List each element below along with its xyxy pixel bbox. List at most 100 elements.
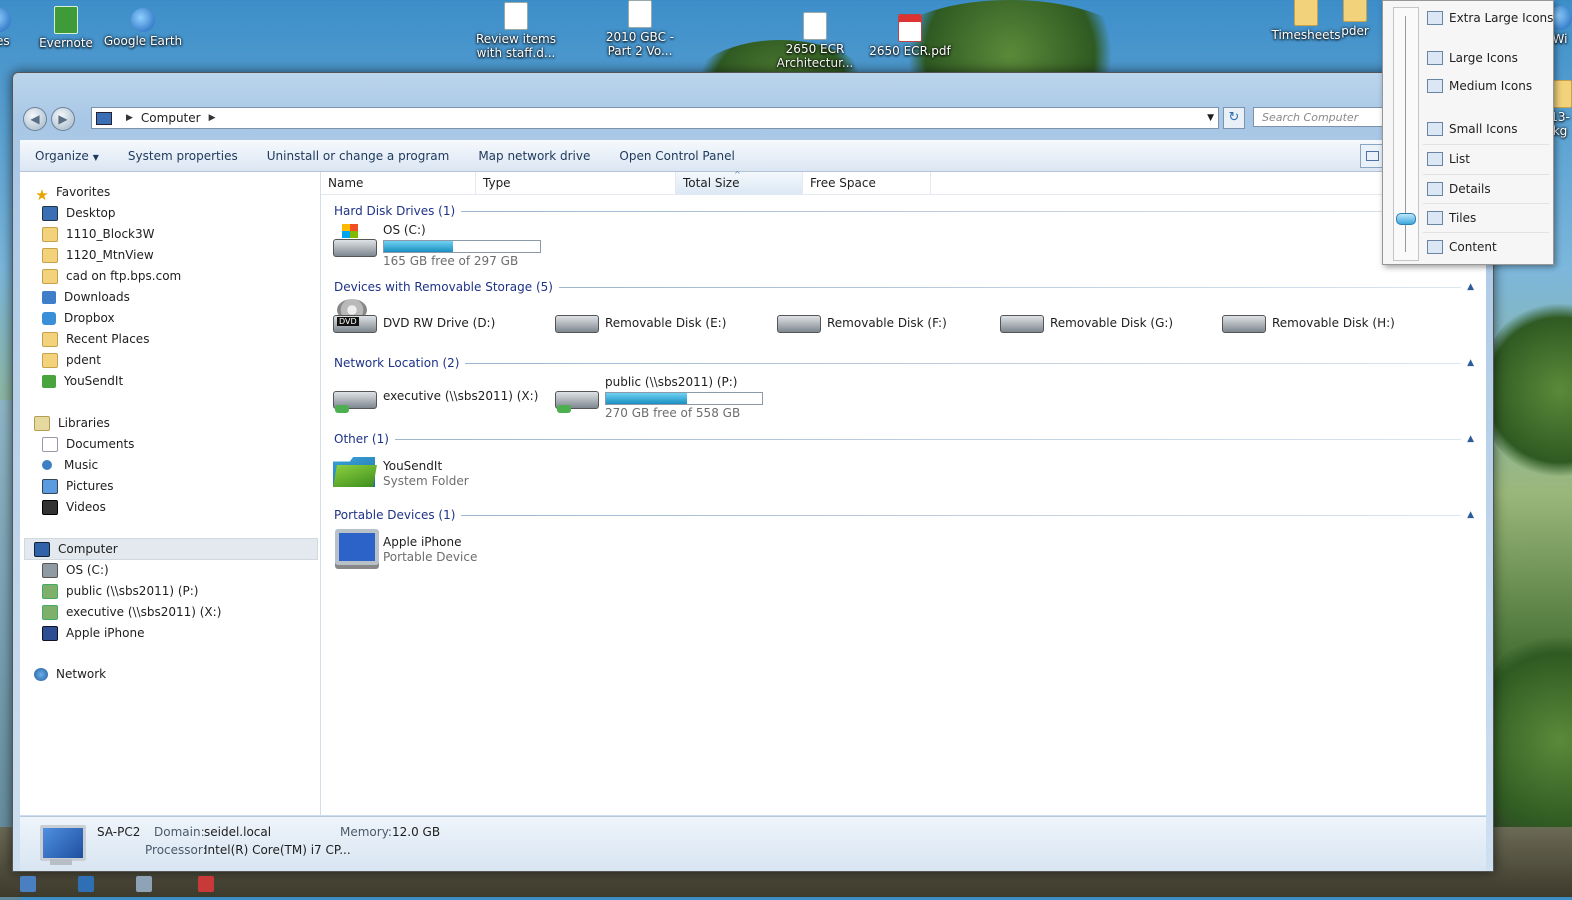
drive-public-p[interactable]: public (\\sbs2011) (P:) 270 GB free of 5… — [553, 375, 763, 420]
desktop-icon-google-earth[interactable]: Google Earth — [98, 8, 188, 48]
desktop-icon-gbc[interactable]: 2010 GBC - Part 2 Vo... — [595, 0, 685, 58]
column-header-free-space[interactable]: Free Space — [803, 172, 931, 194]
uninstall-program-button[interactable]: Uninstall or change a program — [252, 149, 464, 163]
system-properties-button[interactable]: System properties — [113, 149, 252, 163]
collapse-chevron-icon[interactable]: ▲ — [1467, 510, 1474, 520]
column-header-label: Total Size — [683, 176, 740, 190]
group-network-location[interactable]: Network Location (2) ▲ — [334, 355, 1474, 371]
nav-downloads[interactable]: Downloads — [42, 287, 130, 307]
breadcrumb-chevron-icon[interactable]: ▶ — [209, 113, 216, 123]
desktop-icon-pdent[interactable]: pder — [1325, 0, 1385, 38]
item-name: Apple iPhone — [383, 535, 462, 549]
item-yousendit[interactable]: YouSendIt System Folder — [331, 451, 469, 495]
network-icon — [34, 667, 48, 681]
nav-recent-places[interactable]: Recent Places — [42, 329, 149, 349]
nav-cad-ftp[interactable]: cad on ftp.bps.com — [42, 266, 181, 286]
taskbar-app-icon[interactable] — [136, 876, 152, 892]
group-removable-storage[interactable]: Devices with Removable Storage (5) ▲ — [334, 279, 1474, 295]
nav-libraries[interactable]: Libraries — [34, 413, 110, 433]
column-header-total-size[interactable]: Total Size ^ — [676, 170, 803, 194]
nav-pdent[interactable]: pdent — [42, 350, 101, 370]
nav-label: Computer — [58, 542, 118, 556]
collapse-chevron-icon[interactable]: ▲ — [1467, 434, 1474, 444]
view-small-icons[interactable]: Small Icons — [1423, 118, 1549, 140]
drive-executive-x[interactable]: executive (\\sbs2011) (X:) — [331, 375, 538, 419]
desktop-icon-label: 2010 GBC - Part 2 Vo... — [605, 30, 675, 58]
view-slider[interactable] — [1393, 7, 1419, 261]
taskbar-app-icon[interactable] — [198, 876, 214, 892]
view-large-icons[interactable]: Large Icons — [1423, 47, 1549, 69]
taskbar-app-icon[interactable] — [20, 876, 36, 892]
map-network-drive-button[interactable]: Map network drive — [463, 149, 604, 163]
desktop-icon-ecr-architecture[interactable]: 2650 ECR Architectur... — [770, 12, 860, 70]
collapse-chevron-icon[interactable]: ▲ — [1467, 358, 1474, 368]
drive-removable-e[interactable]: Removable Disk (E:) — [553, 299, 726, 343]
breadcrumb-computer[interactable]: Computer — [141, 111, 201, 125]
nav-label: Documents — [66, 437, 135, 451]
nav-pictures[interactable]: Pictures — [42, 476, 114, 496]
content-pane: Name Type Total Size ^ Free Space Hard D… — [321, 170, 1486, 815]
address-dropdown-icon[interactable]: ▼ — [1207, 113, 1214, 123]
document-shortcut-icon — [803, 12, 827, 40]
nav-dropbox[interactable]: Dropbox — [42, 308, 115, 328]
nav-music[interactable]: Music — [42, 455, 98, 475]
nav-desktop[interactable]: Desktop — [42, 203, 116, 223]
change-view-button[interactable] — [1360, 144, 1384, 168]
group-other[interactable]: Other (1) ▲ — [334, 431, 1474, 447]
organize-button[interactable]: Organize ▼ — [20, 149, 113, 163]
nav-os-c[interactable]: OS (C:) — [42, 560, 109, 580]
nav-videos[interactable]: Videos — [42, 497, 106, 517]
nav-network[interactable]: Network — [34, 664, 106, 684]
desktop-icon-label: Wi — [1552, 32, 1568, 46]
nav-executive-x[interactable]: executive (\\sbs2011) (X:) — [42, 602, 221, 622]
drive-removable-f[interactable]: Removable Disk (F:) — [775, 299, 947, 343]
group-divider — [461, 514, 1462, 516]
nav-documents[interactable]: Documents — [42, 434, 134, 454]
nav-1110-block3w[interactable]: 1110_Block3W — [42, 224, 155, 244]
command-bar: Organize ▼ System properties Uninstall or… — [20, 140, 1486, 172]
group-hard-disk-drives[interactable]: Hard Disk Drives (1) — [334, 203, 1474, 219]
taskbar-app-icon[interactable] — [78, 876, 94, 892]
column-header-name[interactable]: Name — [321, 172, 476, 194]
desktop-icon-review-items[interactable]: Review items with staff.d... — [471, 2, 561, 60]
app-icon — [0, 8, 11, 32]
nav-apple-iphone[interactable]: Apple iPhone — [42, 623, 144, 643]
nav-computer[interactable]: Computer — [34, 539, 118, 559]
desktop-icon-ecr-pdf[interactable]: 2650 ECR.pdf — [865, 14, 955, 58]
item-apple-iphone[interactable]: Apple iPhone Portable Device — [331, 527, 477, 571]
view-list[interactable]: List — [1423, 148, 1549, 170]
column-header-type[interactable]: Type — [476, 172, 676, 194]
removable-disk-icon — [553, 299, 599, 337]
view-content[interactable]: Content — [1423, 236, 1549, 258]
forward-button[interactable]: ▶ — [51, 107, 75, 131]
open-control-panel-button[interactable]: Open Control Panel — [604, 149, 748, 163]
drive-removable-h[interactable]: Removable Disk (H:) — [1220, 299, 1395, 343]
back-button[interactable]: ◀ — [23, 107, 47, 131]
view-tiles[interactable]: Tiles — [1423, 207, 1549, 229]
refresh-button[interactable]: ↻ — [1223, 107, 1245, 129]
details-view-icon — [1427, 182, 1443, 196]
nav-label: Music — [64, 458, 99, 472]
search-input[interactable]: Search Computer — [1253, 107, 1383, 127]
menu-separator — [1423, 203, 1549, 204]
view-extra-large-icons[interactable]: Extra Large Icons — [1423, 7, 1553, 29]
nav-favorites[interactable]: ★ Favorites — [34, 182, 111, 204]
nav-public-p[interactable]: public (\\sbs2011) (P:) — [42, 581, 199, 601]
nav-yousendit[interactable]: YouSendIt — [42, 371, 123, 391]
nav-1120-mtnview[interactable]: 1120_MtnView — [42, 245, 154, 265]
address-box[interactable]: ▶ Computer ▶ ▼ — [91, 107, 1219, 129]
nav-label: Favorites — [56, 185, 111, 199]
yousendit-folder-icon — [331, 451, 377, 489]
collapse-chevron-icon[interactable]: ▲ — [1467, 282, 1474, 292]
view-details[interactable]: Details — [1423, 178, 1549, 200]
removable-disk-icon — [775, 299, 821, 337]
drive-dvd-d[interactable]: DVD DVD RW Drive (D:) — [331, 299, 495, 343]
folder-icon — [42, 268, 58, 284]
drive-removable-g[interactable]: Removable Disk (G:) — [998, 299, 1173, 343]
explorer-window[interactable]: ◀ ▶ ▶ Computer ▶ ▼ ↻ Search Computer Org… — [12, 72, 1494, 872]
slider-thumb[interactable] — [1396, 213, 1416, 225]
drive-os-c[interactable]: OS (C:) 165 GB free of 297 GB — [331, 223, 541, 268]
group-divider — [558, 286, 1462, 288]
group-portable-devices[interactable]: Portable Devices (1) ▲ — [334, 507, 1474, 523]
view-medium-icons[interactable]: Medium Icons — [1423, 75, 1549, 97]
